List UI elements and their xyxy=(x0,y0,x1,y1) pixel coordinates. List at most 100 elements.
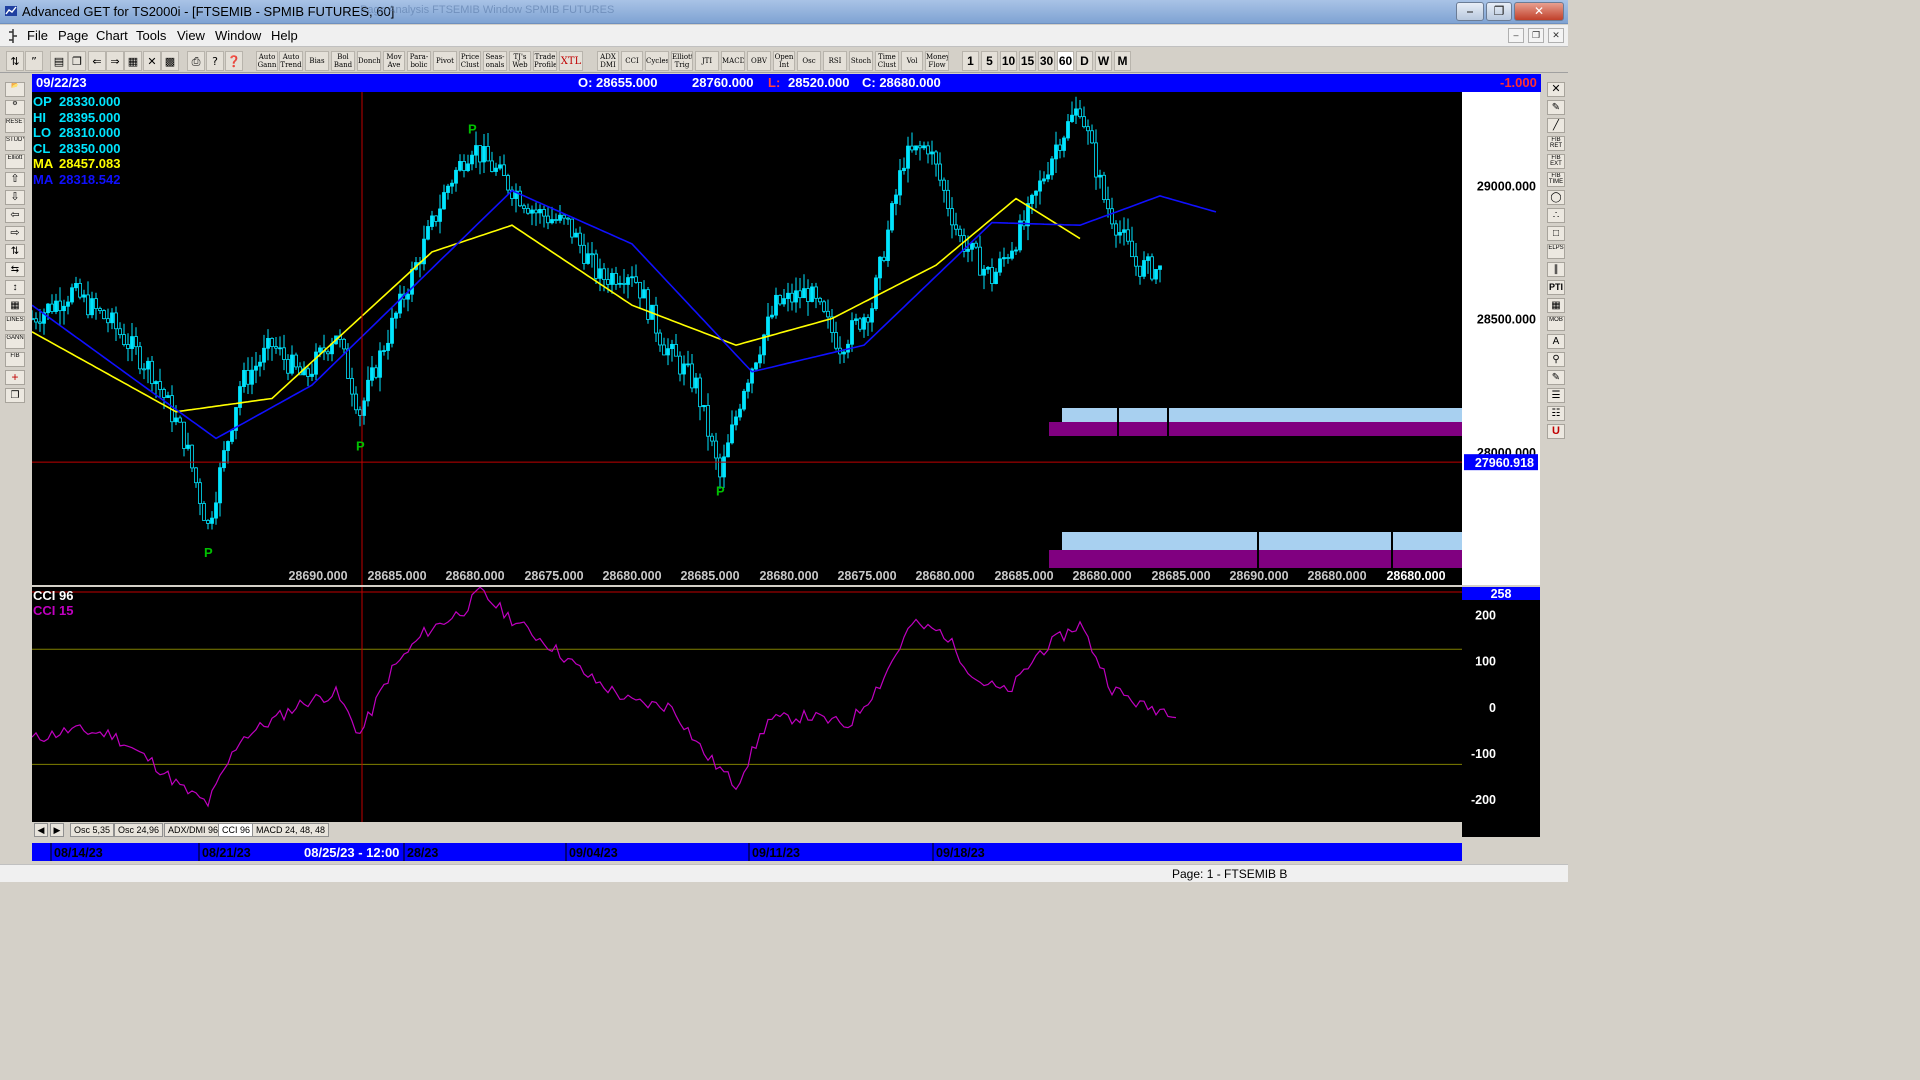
cci-chart[interactable] xyxy=(31,586,1462,822)
help-icon[interactable]: ? xyxy=(206,51,224,71)
expand-horizontal-icon[interactable]: ⇆ xyxy=(5,262,25,277)
tab-osc-24-96[interactable]: Osc 24,96 xyxy=(114,823,164,837)
minimize-button[interactable]: ⎯ xyxy=(1456,2,1484,21)
tool-auto-trend[interactable]: Auto Trend xyxy=(279,51,303,71)
parallel-lines-icon[interactable]: ∥ xyxy=(1547,262,1565,277)
undo-icon[interactable]: U xyxy=(1547,424,1565,439)
fib-icon[interactable]: FIB xyxy=(5,352,25,367)
crosshair-icon[interactable]: + xyxy=(5,370,25,385)
timeframe-15[interactable]: 15 xyxy=(1019,51,1036,71)
forward-icon[interactable]: ⇒ xyxy=(106,51,124,71)
text-tool-icon[interactable]: A xyxy=(1547,334,1565,349)
tool-donch[interactable]: Donch xyxy=(357,51,381,71)
context-help-icon[interactable]: ❓ xyxy=(225,51,243,71)
menu-page[interactable]: Page xyxy=(58,28,88,43)
tool-cycles[interactable]: Cycles xyxy=(645,51,669,71)
fib-ret-icon[interactable]: FIB RET xyxy=(1547,136,1565,151)
tool-vol[interactable]: Vol xyxy=(901,51,923,71)
arrow-left-icon[interactable]: ⇦ xyxy=(5,208,25,223)
price-axis[interactable]: 29000.000 28500.000 28000.000 27960.918 xyxy=(1462,92,1540,585)
pti-icon[interactable]: PTI xyxy=(1547,280,1565,295)
tool-time-clust[interactable]: Time Clust xyxy=(875,51,899,71)
tool-money-flow[interactable]: Money Flow xyxy=(925,51,949,71)
diagonal-line-icon[interactable]: ╱ xyxy=(1547,118,1565,133)
mdi-minimize-button[interactable]: – xyxy=(1508,28,1524,43)
tool-macd[interactable]: MACD xyxy=(721,51,745,71)
tool-gann-icon[interactable]: ⚙ xyxy=(5,100,25,115)
reset-icon[interactable]: RESET xyxy=(5,118,25,133)
zoom-icon[interactable]: ⚲ xyxy=(1547,352,1565,367)
new-page-icon[interactable]: ▤ xyxy=(50,51,68,71)
lines-icon[interactable]: LINES xyxy=(5,316,25,331)
compress-icon[interactable]: ↕ xyxy=(5,280,25,295)
tool-mov-ave[interactable]: Mov Ave xyxy=(383,51,405,71)
tab-adx-dmi-96[interactable]: ADX/DMI 96 xyxy=(164,823,223,837)
expand-vertical-icon[interactable]: ⇅ xyxy=(5,244,25,259)
pencil-icon[interactable]: ✎ xyxy=(1547,100,1565,115)
tab-cci-96[interactable]: CCI 96 xyxy=(218,823,255,837)
elliott-icon[interactable]: Elliott xyxy=(5,154,25,169)
rectangle-icon[interactable]: □ xyxy=(1547,226,1565,241)
bars-icon[interactable]: ☰ xyxy=(1547,388,1565,403)
arrow-up-icon[interactable]: ⇧ xyxy=(5,172,25,187)
fib-ext-icon[interactable]: FIB EXT xyxy=(1547,154,1565,169)
timeframe-5[interactable]: 5 xyxy=(981,51,998,71)
open-folder-icon[interactable]: 📂 xyxy=(5,82,25,97)
menu-file[interactable]: File xyxy=(27,28,48,43)
price-chart[interactable]: P P P P 28690.000 28685.000 28680.000 28675.000… xyxy=(30,92,1462,585)
quote-icon[interactable]: ” xyxy=(25,51,43,71)
tool-parabolic[interactable]: Para-bolic xyxy=(407,51,431,71)
tool-obv[interactable]: OBV xyxy=(747,51,771,71)
fan-icon[interactable]: ∴ xyxy=(1547,208,1565,223)
tool-jti[interactable]: JTI xyxy=(695,51,719,71)
tab-macd[interactable]: MACD 24, 48, 48 xyxy=(252,823,330,837)
tool-xtl[interactable]: XTL xyxy=(559,51,583,71)
tool-bias[interactable]: Bias xyxy=(305,51,329,71)
close-button[interactable]: ✕ xyxy=(1514,2,1564,21)
cursor-icon[interactable]: ⇅ xyxy=(6,51,24,71)
timeframe-d[interactable]: D xyxy=(1076,51,1093,71)
study-icon[interactable]: STUDY xyxy=(5,136,25,151)
copy-page-icon[interactable]: ❐ xyxy=(68,51,86,71)
menu-chart[interactable]: Chart xyxy=(96,28,128,43)
timeframe-1[interactable]: 1 xyxy=(962,51,979,71)
back-icon[interactable]: ⇐ xyxy=(88,51,106,71)
arrow-down-icon[interactable]: ⇩ xyxy=(5,190,25,205)
tool-pivot[interactable]: Pivot xyxy=(433,51,457,71)
columns-icon[interactable]: ☷ xyxy=(1547,406,1565,421)
date-axis[interactable]: 08/14/23 08/21/23 28/23 09/04/23 09/11/23 09/… xyxy=(32,843,1462,861)
menu-window[interactable]: Window xyxy=(215,28,261,43)
grid-toggle-icon[interactable]: ▦ xyxy=(5,298,25,313)
timeframe-10[interactable]: 10 xyxy=(1000,51,1017,71)
tool-auto-gann[interactable]: Auto Gann xyxy=(256,51,278,71)
fib-time-icon[interactable]: FIB TIME xyxy=(1547,172,1565,187)
arrow-right-icon[interactable]: ⇨ xyxy=(5,226,25,241)
gann-icon[interactable]: GANN xyxy=(5,334,25,349)
maximize-button[interactable]: ❐ xyxy=(1486,2,1512,21)
tool-trade-profile[interactable]: Trade Profile xyxy=(533,51,557,71)
cci-panel[interactable]: CCI 96 CCI 15 xyxy=(31,586,1462,822)
timeframe-60[interactable]: 60 xyxy=(1057,51,1074,71)
tool-elliott-trig[interactable]: Elliott Trig xyxy=(671,51,693,71)
tool-seasonals[interactable]: Seas-onals xyxy=(483,51,507,71)
tab-scroll-right-icon[interactable]: ▶ xyxy=(50,823,64,837)
menu-help[interactable]: Help xyxy=(271,28,298,43)
tool-bol-band[interactable]: Bol Band xyxy=(331,51,355,71)
tool-rsi[interactable]: RSI xyxy=(823,51,847,71)
menu-tools[interactable]: Tools xyxy=(136,28,166,43)
layout-icon[interactable]: ▩ xyxy=(161,51,179,71)
tool-open-int[interactable]: Open Int xyxy=(773,51,795,71)
marker-icon[interactable]: ✎ xyxy=(1547,370,1565,385)
close-study-icon[interactable]: ✕ xyxy=(1547,82,1565,97)
tab-osc-5-35[interactable]: Osc 5,35 xyxy=(70,823,115,837)
print-icon[interactable]: ⎙ xyxy=(187,51,205,71)
menu-view[interactable]: View xyxy=(177,28,205,43)
circle-icon[interactable]: ◯ xyxy=(1547,190,1565,205)
ellipse-icon[interactable]: ELPS xyxy=(1547,244,1565,259)
tool-cci[interactable]: CCI xyxy=(621,51,643,71)
mdi-restore-button[interactable]: ❐ xyxy=(1528,28,1544,43)
timeframe-30[interactable]: 30 xyxy=(1038,51,1055,71)
tool-stoch[interactable]: Stoch xyxy=(849,51,873,71)
delete-icon[interactable]: ✕ xyxy=(143,51,161,71)
copy-icon[interactable]: ❐ xyxy=(5,388,25,403)
